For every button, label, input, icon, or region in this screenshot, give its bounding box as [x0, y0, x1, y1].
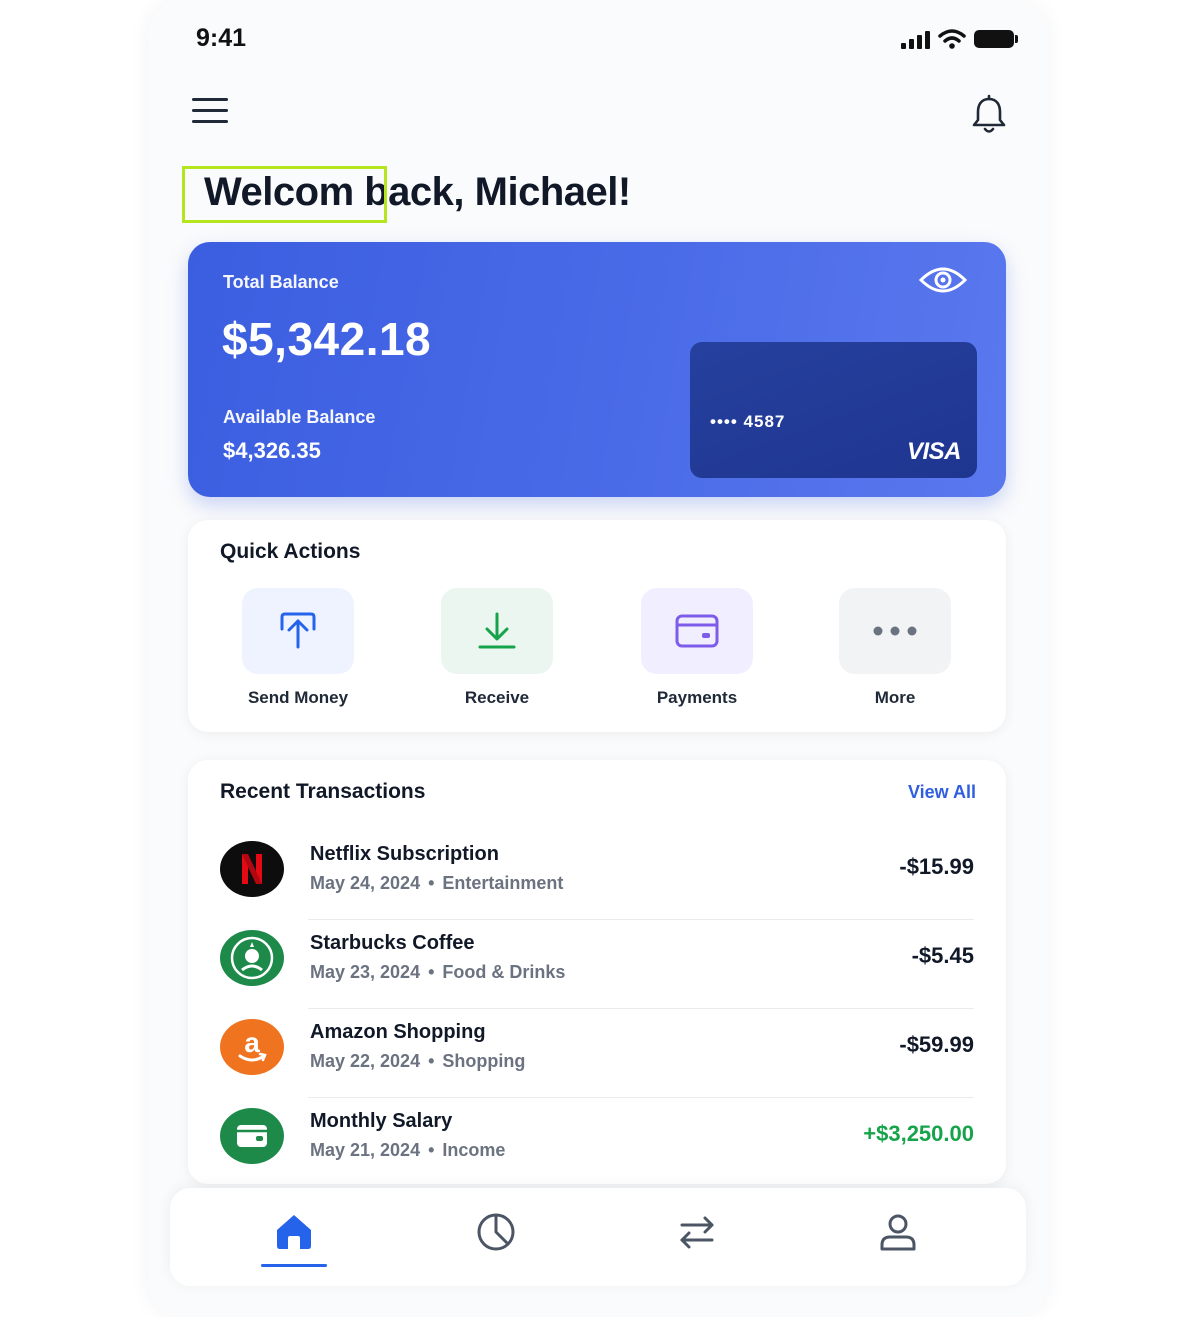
transactions-title: Recent Transactions	[220, 780, 426, 803]
transaction-category: Shopping	[442, 1051, 526, 1071]
total-balance-amount: $5,342.18	[222, 313, 432, 365]
transaction-category: Entertainment	[442, 873, 564, 893]
more-button[interactable]: More	[825, 588, 965, 708]
nav-transfer[interactable]	[667, 1212, 727, 1262]
transaction-amount: +$3,250.00	[863, 1121, 974, 1146]
receive-label: Receive	[464, 688, 530, 707]
nav-analytics[interactable]	[466, 1212, 526, 1262]
available-balance-label: Available Balance	[223, 407, 376, 427]
transaction-meta: May 24, 2024 • Entertainment	[310, 873, 563, 894]
receive-tile	[441, 588, 553, 674]
separator-dot: •	[428, 962, 435, 982]
send-money-tile	[242, 588, 354, 674]
active-tab-indicator	[261, 1264, 327, 1267]
profile-icon	[880, 1214, 916, 1251]
battery-icon	[974, 30, 1018, 48]
transaction-row[interactable]: Starbucks Coffee May 23, 2024 • Food & Dri…	[218, 920, 974, 1009]
more-tile	[839, 588, 951, 674]
transaction-date: May 22, 2024	[310, 1051, 421, 1071]
transaction-date: May 24, 2024	[310, 873, 421, 893]
bell-icon[interactable]	[970, 94, 1008, 136]
transactions-panel: Recent Transactions View All Netflix Sub…	[188, 760, 1006, 1184]
transaction-meta: May 23, 2024 • Food & Drinks	[310, 962, 565, 983]
more-dots-icon	[873, 626, 917, 636]
eye-icon[interactable]	[918, 264, 968, 296]
transaction-name: Starbucks Coffee	[310, 932, 475, 954]
transaction-amount: -$5.45	[911, 943, 974, 968]
status-icons	[901, 28, 1018, 50]
send-money-label: Send Money	[247, 688, 349, 707]
quick-actions-panel: Quick Actions Send Money Receive Payment…	[188, 520, 1006, 732]
nav-profile[interactable]	[868, 1212, 928, 1262]
phone-screen: 9:41 Welcom back, Michael! Total Balance…	[148, 0, 1048, 1317]
bottom-nav	[170, 1188, 1026, 1286]
wallet-icon	[220, 1108, 284, 1164]
transaction-date: May 21, 2024	[310, 1140, 421, 1160]
transaction-date: May 23, 2024	[310, 962, 421, 982]
transaction-name: Netflix Subscription	[310, 843, 499, 865]
transaction-amount: -$15.99	[899, 854, 974, 879]
send-money-button[interactable]: Send Money	[228, 588, 368, 708]
status-time: 9:41	[196, 24, 247, 52]
separator-dot: •	[428, 1051, 435, 1071]
send-up-arrow-icon	[280, 612, 316, 649]
card-brand-logo: VISA	[906, 438, 962, 465]
svg-text:a: a	[244, 1028, 260, 1058]
card-wallet-icon	[675, 614, 719, 648]
transaction-row[interactable]: Netflix Subscription May 24, 2024 • Entert…	[218, 831, 974, 920]
card-number: •••• 4587	[710, 412, 786, 431]
starbucks-logo-icon	[220, 930, 284, 986]
transaction-category: Income	[442, 1140, 506, 1160]
hamburger-menu-icon[interactable]	[192, 98, 228, 130]
total-balance-label: Total Balance	[223, 272, 339, 292]
cellular-signal-icon	[901, 29, 930, 49]
download-icon	[478, 612, 516, 649]
payments-button[interactable]: Payments	[627, 588, 767, 708]
separator-dot: •	[428, 1140, 435, 1160]
nav-home[interactable]	[264, 1212, 324, 1262]
home-icon	[277, 1215, 311, 1249]
bank-card[interactable]: •••• 4587 VISA	[690, 342, 977, 478]
wifi-icon	[938, 29, 966, 49]
netflix-logo-icon	[220, 841, 284, 897]
more-label: More	[874, 688, 916, 707]
receive-button[interactable]: Receive	[427, 588, 567, 708]
available-balance-amount: $4,326.35	[223, 438, 321, 463]
pie-chart-icon	[477, 1213, 515, 1251]
payments-label: Payments	[656, 688, 738, 707]
transaction-row[interactable]: Monthly Salary May 21, 2024 • Income +$3,2…	[218, 1098, 974, 1187]
transaction-name: Amazon Shopping	[310, 1021, 486, 1043]
transaction-name: Monthly Salary	[310, 1110, 453, 1132]
amazon-logo-icon: a	[220, 1019, 284, 1075]
balance-card[interactable]: Total Balance $5,342.18 Available Balanc…	[188, 242, 1006, 497]
separator-dot: •	[428, 873, 435, 893]
greeting-title: Welcom back, Michael!	[204, 170, 631, 214]
view-all-link[interactable]: View All	[908, 782, 976, 803]
transaction-category: Food & Drinks	[442, 962, 566, 982]
quick-actions-title: Quick Actions	[220, 540, 361, 563]
transaction-amount: -$59.99	[899, 1032, 974, 1057]
payments-tile	[641, 588, 753, 674]
transfer-arrows-icon	[680, 1216, 714, 1249]
transaction-meta: May 22, 2024 • Shopping	[310, 1051, 525, 1072]
transaction-row[interactable]: a Amazon Shopping May 22, 2024 • Shopping …	[218, 1009, 974, 1098]
transaction-meta: May 21, 2024 • Income	[310, 1140, 505, 1161]
